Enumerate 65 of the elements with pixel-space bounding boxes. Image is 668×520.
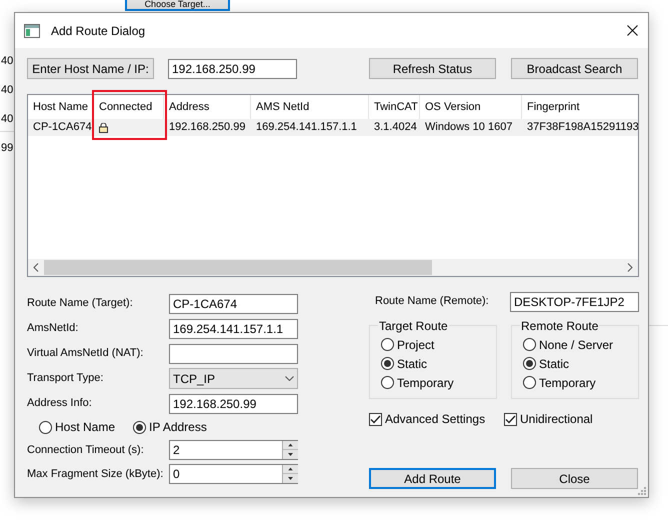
spin-field[interactable]: 0 bbox=[169, 464, 298, 484]
background-text: 40 bbox=[1, 54, 14, 68]
table-cell-text: 169.254.141.157.1.1 bbox=[256, 120, 357, 136]
input-field[interactable]: CP-1CA674 bbox=[169, 294, 298, 314]
checkbox[interactable] bbox=[504, 412, 517, 426]
field-label: Virtual AmsNetId (NAT): bbox=[27, 346, 144, 362]
checkbox-label: Unidirectional bbox=[520, 411, 593, 428]
radio-button[interactable] bbox=[523, 357, 536, 370]
spin-arrows-icon[interactable] bbox=[282, 465, 297, 483]
scrollbar-thumb[interactable] bbox=[44, 260, 432, 275]
dialog-button[interactable]: Add Route bbox=[369, 468, 496, 489]
radio-button[interactable] bbox=[381, 338, 394, 351]
radio-button[interactable] bbox=[523, 376, 536, 389]
radio-label: IP Address bbox=[149, 419, 207, 436]
radio-label: Temporary bbox=[539, 374, 596, 392]
window-title: Add Route Dialog bbox=[51, 22, 146, 40]
field-label: Route Name (Target): bbox=[27, 296, 134, 312]
chevron-left-icon[interactable] bbox=[33, 263, 39, 272]
field-label: Address Info: bbox=[27, 396, 93, 412]
radio-label: Static bbox=[539, 356, 570, 372]
radio-label: Temporary bbox=[397, 374, 454, 392]
toolbar-button[interactable]: Broadcast Search bbox=[511, 58, 638, 79]
radio-label: Static bbox=[397, 356, 428, 372]
enter-host-button[interactable]: Enter Host Name / IP: bbox=[27, 58, 154, 79]
input-field[interactable]: 169.254.141.157.1.1 bbox=[169, 318, 298, 338]
input-field[interactable]: DESKTOP-7FE1JP2 bbox=[510, 292, 639, 312]
horizontal-scrollbar[interactable] bbox=[28, 259, 638, 276]
table-cell-text: 192.168.250.99 bbox=[169, 120, 246, 136]
spin-arrows-icon[interactable] bbox=[282, 441, 297, 459]
table-cell-text: 37F38F198A15291193 bbox=[527, 120, 638, 136]
input-field[interactable]: 192.168.250.99 bbox=[169, 394, 298, 414]
field-label: Connection Timeout (s): bbox=[27, 442, 145, 458]
chevron-right-icon[interactable] bbox=[627, 263, 633, 272]
toolbar-button[interactable]: Refresh Status bbox=[369, 58, 496, 79]
spin-field[interactable]: 2 bbox=[169, 440, 298, 460]
list-row[interactable]: CP-1CA674 192.168.250.99 169.254.141.157.1.1 3.1.4024 Windows 10 1607 37F38F198A15291193 bbox=[28, 119, 638, 136]
dialog-button[interactable]: Close bbox=[511, 468, 638, 489]
radio-button[interactable] bbox=[381, 376, 394, 389]
radio-button[interactable] bbox=[381, 357, 394, 370]
app-window-icon bbox=[24, 24, 40, 38]
table-cell-text: 3.1.4024 bbox=[374, 120, 417, 136]
chevron-down-icon bbox=[285, 376, 294, 381]
background-button[interactable]: Choose Target... bbox=[125, 0, 230, 11]
background-text: 40 bbox=[1, 83, 14, 97]
radio-label: Project bbox=[397, 336, 434, 354]
radio-button[interactable] bbox=[133, 420, 146, 434]
radio-label: Host Name bbox=[55, 419, 116, 436]
radio-button[interactable] bbox=[523, 338, 536, 351]
background-text: 99 bbox=[1, 141, 14, 155]
input-field[interactable] bbox=[169, 344, 298, 364]
table-cell-text: Windows 10 1607 bbox=[425, 120, 512, 136]
field-label: AmsNetId: bbox=[27, 321, 80, 336]
radio-label: None / Server bbox=[539, 336, 614, 354]
checkbox-label: Advanced Settings bbox=[385, 411, 486, 428]
background-text: 40 bbox=[1, 112, 14, 126]
transport-dropdown[interactable]: TCP_IP bbox=[169, 368, 298, 389]
field-label: Max Fragment Size (kByte): bbox=[27, 466, 164, 482]
table-cell-text: CP-1CA674 bbox=[33, 120, 92, 136]
resize-grip-icon[interactable] bbox=[637, 486, 646, 495]
field-label: Transport Type: bbox=[27, 371, 104, 386]
radio-button[interactable] bbox=[39, 420, 52, 434]
field-label: Route Name (Remote): bbox=[374, 294, 490, 310]
checkbox[interactable] bbox=[369, 412, 382, 426]
host-input-field[interactable]: 192.168.250.99 bbox=[168, 58, 297, 78]
close-icon[interactable] bbox=[627, 25, 638, 36]
